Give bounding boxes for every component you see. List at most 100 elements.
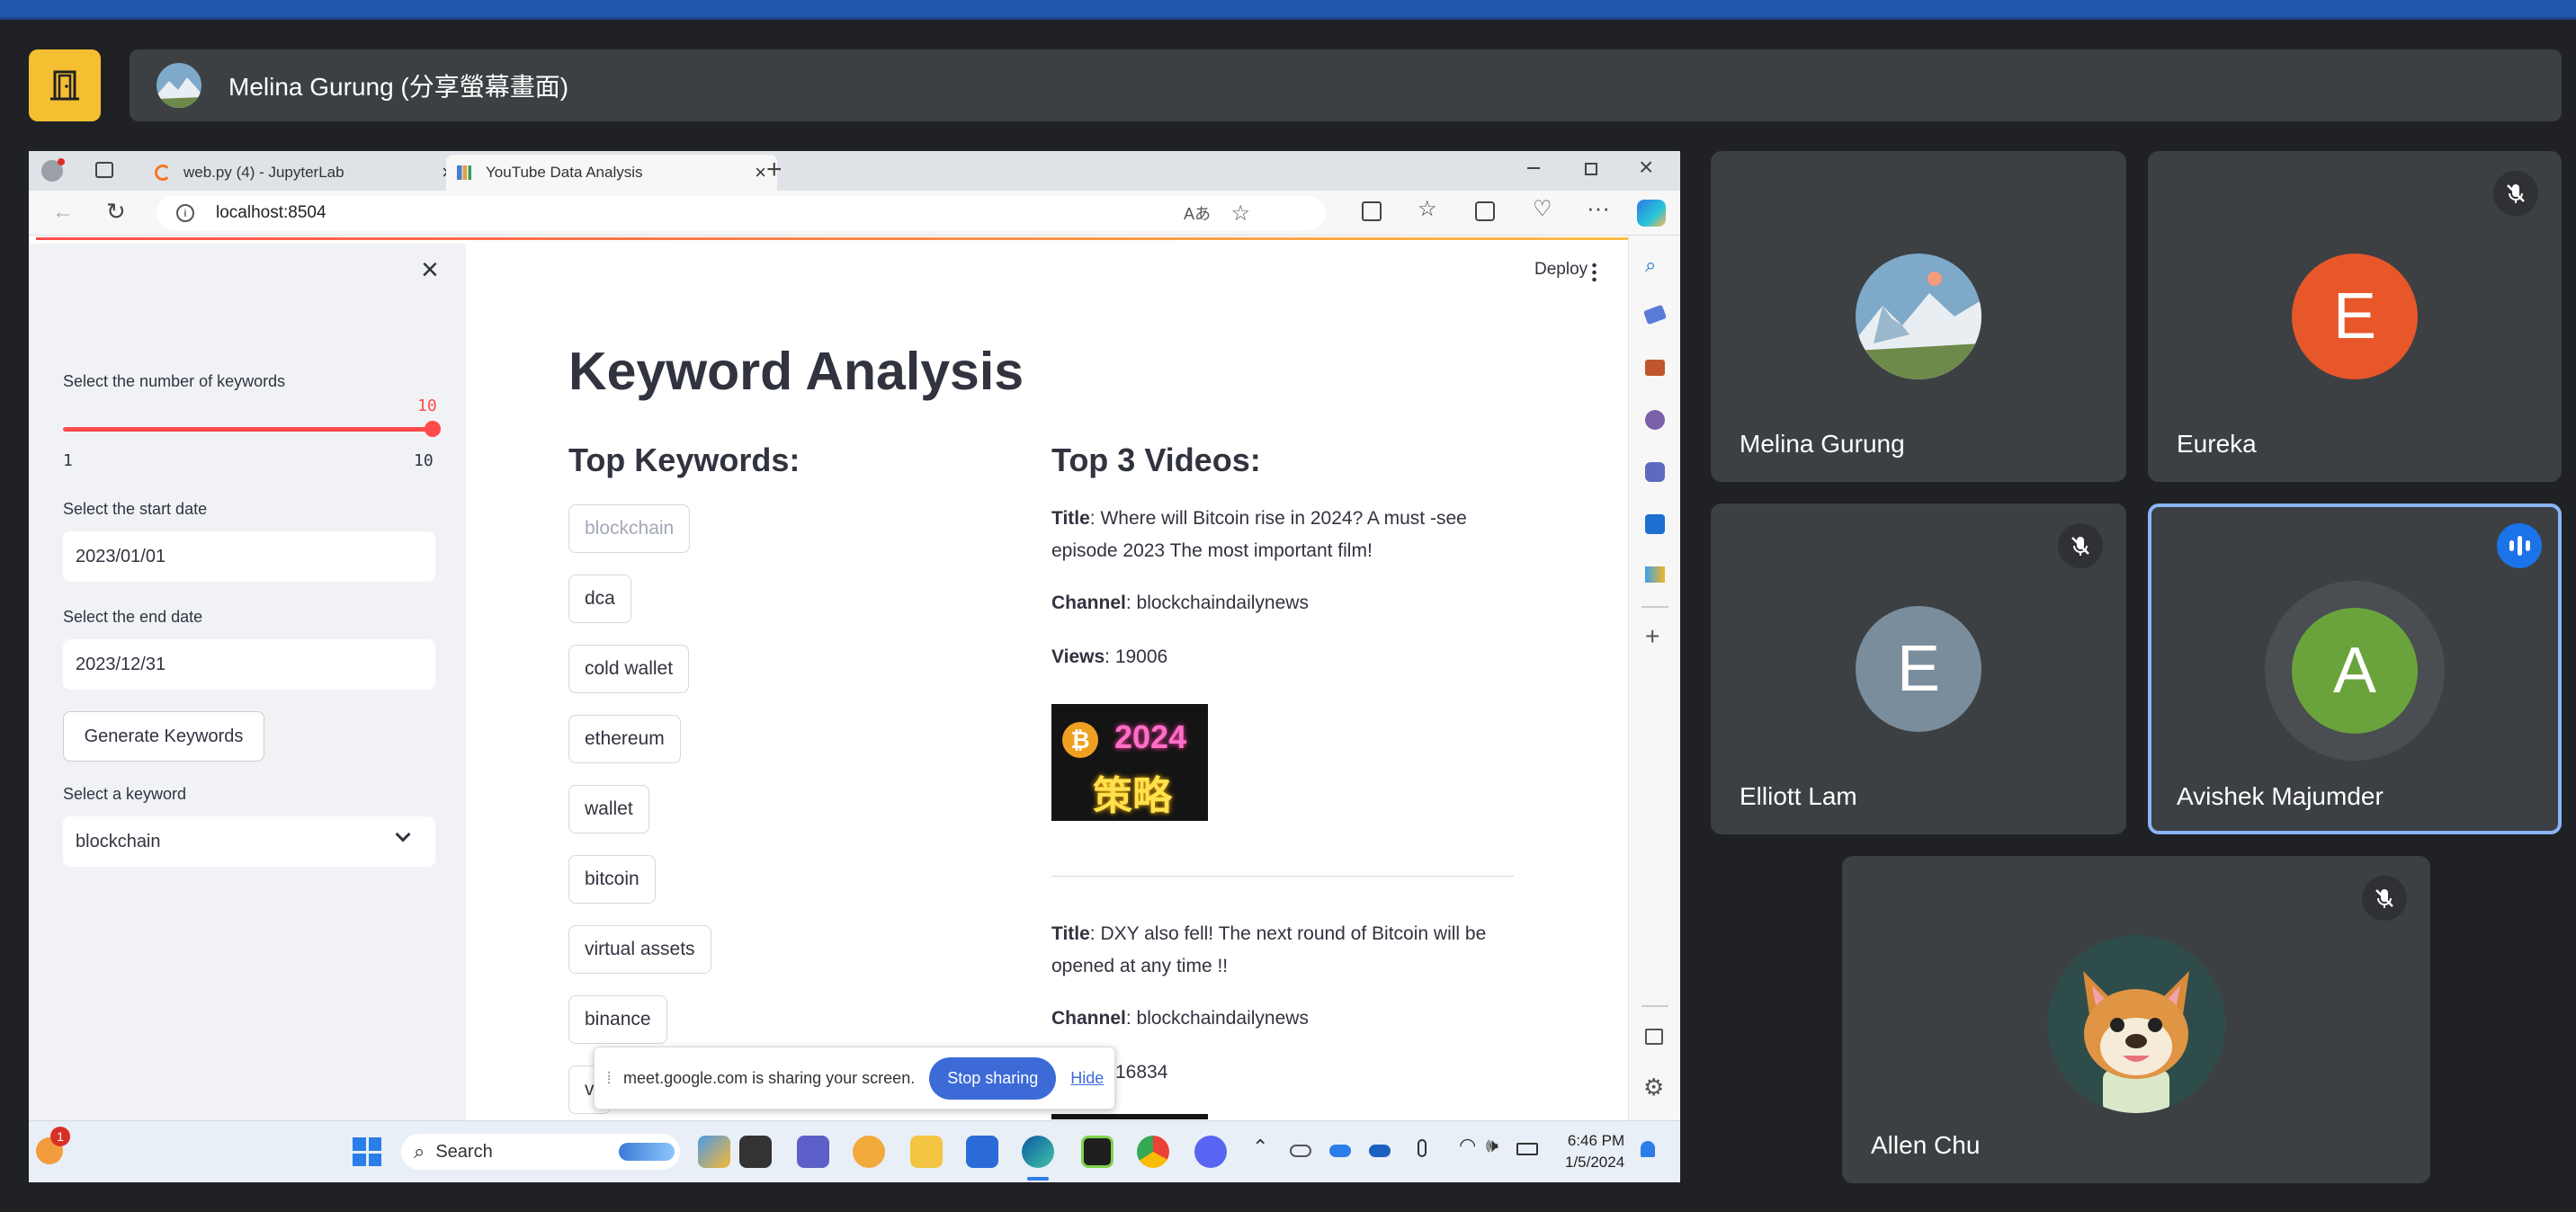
tab-jupyterlab[interactable]: web.py (4) - JupyterLab × bbox=[144, 155, 464, 191]
info-icon[interactable]: i bbox=[176, 204, 194, 222]
more-options-icon[interactable]: ··· bbox=[1587, 194, 1610, 222]
participant-tile-allen[interactable]: Allen Chu bbox=[1842, 856, 2430, 1183]
favorites-icon[interactable]: ☆ bbox=[1418, 196, 1437, 222]
bitcoin-icon: ₿ bbox=[1062, 722, 1098, 758]
slider-min: 1 bbox=[63, 451, 73, 470]
battery-icon[interactable] bbox=[1516, 1143, 1538, 1155]
top-keywords-heading: Top Keywords: bbox=[568, 441, 801, 478]
participant-tile-eureka[interactable]: E Eureka bbox=[2148, 151, 2562, 482]
pycharm-icon[interactable] bbox=[1081, 1136, 1114, 1168]
search-icon[interactable]: ⌕ bbox=[1645, 254, 1656, 277]
keyword-chip[interactable]: blockchain bbox=[568, 504, 691, 553]
video-1-thumbnail[interactable]: ₿ 2024 策略 bbox=[1051, 704, 1208, 821]
microphone-icon[interactable] bbox=[1418, 1139, 1427, 1157]
mic-off-icon bbox=[2493, 171, 2538, 216]
edge-icon[interactable] bbox=[1022, 1136, 1054, 1168]
games-icon[interactable] bbox=[1645, 410, 1665, 430]
collections-icon[interactable] bbox=[1475, 201, 1495, 221]
thumb-year: 2024 bbox=[1114, 718, 1187, 755]
keyword-chip[interactable]: bitcoin bbox=[568, 855, 656, 904]
close-tab-icon[interactable]: × bbox=[755, 161, 766, 184]
participant-tile-melina[interactable]: Melina Gurung bbox=[1711, 151, 2126, 482]
tools-icon[interactable] bbox=[1645, 360, 1665, 376]
keyword-chip[interactable]: wallet bbox=[568, 785, 649, 833]
video-1-channel: Channel: blockchaindailynews bbox=[1051, 593, 1309, 613]
restore-icon[interactable] bbox=[1585, 163, 1597, 175]
add-icon[interactable]: + bbox=[1645, 622, 1659, 651]
chrome-icon[interactable] bbox=[1137, 1136, 1169, 1168]
widgets-icon[interactable] bbox=[698, 1136, 730, 1168]
chart-icon bbox=[457, 165, 471, 180]
close-window-icon[interactable]: × bbox=[1639, 153, 1653, 182]
url-field[interactable]: i localhost:8504 Aあ ☆ bbox=[157, 196, 1326, 230]
generate-keywords-button[interactable]: Generate Keywords bbox=[63, 711, 264, 762]
file-explorer-icon[interactable] bbox=[910, 1136, 943, 1168]
keyword-chip[interactable]: dca bbox=[568, 575, 631, 623]
main-menu-icon[interactable] bbox=[1592, 262, 1597, 281]
volume-icon[interactable]: 🕪 bbox=[1486, 1134, 1498, 1157]
address-bar: ← ↻ i localhost:8504 Aあ ☆ ☆ ♡ ··· bbox=[29, 191, 1680, 236]
num-keywords-label: Select the number of keywords bbox=[63, 372, 286, 390]
keyword-chip[interactable]: virtual assets bbox=[568, 925, 711, 974]
cloud-icon[interactable] bbox=[1369, 1145, 1391, 1157]
teams-icon[interactable] bbox=[797, 1136, 829, 1168]
deploy-button[interactable]: Deploy bbox=[1534, 260, 1588, 280]
thumb-text: 策略 bbox=[1093, 774, 1172, 818]
designer-icon[interactable] bbox=[1645, 566, 1665, 583]
keyword-chip[interactable]: ethereum bbox=[568, 715, 681, 763]
mic-off-icon bbox=[2058, 523, 2103, 568]
wifi-icon[interactable]: ◠ bbox=[1459, 1134, 1476, 1157]
windows-start-icon[interactable] bbox=[353, 1137, 381, 1166]
keyword-chip[interactable]: binance bbox=[568, 995, 667, 1044]
taskbar-search[interactable]: ⌕ Search bbox=[401, 1134, 680, 1170]
notification-bell-icon[interactable] bbox=[1641, 1141, 1655, 1157]
refresh-icon[interactable]: ↻ bbox=[106, 198, 126, 226]
slider-track[interactable] bbox=[63, 427, 435, 432]
keyword-select[interactable]: blockchain bbox=[63, 816, 435, 867]
tab-actions-icon[interactable] bbox=[95, 162, 113, 178]
participant-name: Allen Chu bbox=[1871, 1131, 1981, 1159]
outlook-icon[interactable] bbox=[1645, 514, 1665, 534]
video-2-thumbnail[interactable] bbox=[1051, 1114, 1208, 1119]
participant-name: Elliott Lam bbox=[1740, 782, 1857, 810]
keyword-chip[interactable]: cold wallet bbox=[568, 645, 690, 693]
hide-link[interactable]: Hide bbox=[1070, 1069, 1104, 1088]
stop-sharing-button[interactable]: Stop sharing bbox=[929, 1056, 1057, 1100]
streamlit-sidebar: × Select the number of keywords 10 1 10 … bbox=[29, 244, 466, 1135]
back-icon[interactable]: ← bbox=[52, 200, 74, 225]
close-sidebar-icon[interactable]: × bbox=[421, 253, 439, 288]
read-aloud-icon[interactable]: Aあ bbox=[1184, 201, 1211, 225]
browser-tab-bar: web.py (4) - JupyterLab × YouTube Data A… bbox=[29, 151, 1680, 191]
slider-max: 10 bbox=[414, 451, 434, 470]
drag-handle-icon[interactable]: ⦙ bbox=[607, 1069, 611, 1088]
exit-door-button[interactable] bbox=[29, 49, 101, 121]
discord-icon[interactable] bbox=[1194, 1136, 1227, 1168]
participant-tile-avishek-speaking[interactable]: A Avishek Majumder bbox=[2148, 504, 2562, 834]
favorite-star-icon[interactable]: ☆ bbox=[1230, 201, 1250, 227]
hide-sidebar-icon[interactable] bbox=[1645, 1029, 1663, 1045]
terminal-icon[interactable] bbox=[739, 1136, 772, 1168]
end-date-input[interactable]: 2023/12/31 bbox=[63, 639, 435, 690]
m365-icon[interactable] bbox=[1645, 462, 1665, 482]
onedrive-icon[interactable] bbox=[1290, 1145, 1311, 1157]
onedrive-business-icon[interactable] bbox=[1329, 1145, 1351, 1157]
chevron-up-icon[interactable]: ⌃ bbox=[1252, 1136, 1268, 1159]
url-text: localhost:8504 bbox=[216, 203, 326, 222]
video-2-channel: Channel: blockchaindailynews bbox=[1051, 1008, 1309, 1029]
app-icon[interactable] bbox=[853, 1136, 885, 1168]
participant-avatar bbox=[1856, 254, 1981, 379]
participant-avatar: A bbox=[2292, 608, 2418, 734]
clock[interactable]: 6:46 PM 1/5/2024 bbox=[1565, 1130, 1624, 1173]
new-tab-button[interactable]: + bbox=[766, 155, 783, 185]
store-icon[interactable] bbox=[966, 1136, 998, 1168]
browser-essentials-icon[interactable]: ♡ bbox=[1533, 196, 1552, 222]
participant-tile-elliott[interactable]: E Elliott Lam bbox=[1711, 504, 2126, 834]
minimize-icon[interactable] bbox=[1527, 167, 1540, 169]
split-screen-icon[interactable] bbox=[1362, 201, 1382, 221]
settings-gear-icon[interactable]: ⚙ bbox=[1643, 1074, 1664, 1101]
shopping-tag-icon[interactable] bbox=[1642, 304, 1668, 325]
tab-youtube-analysis[interactable]: YouTube Data Analysis × bbox=[446, 155, 777, 191]
slider-thumb[interactable] bbox=[425, 421, 441, 437]
copilot-icon[interactable] bbox=[1637, 200, 1666, 227]
start-date-input[interactable]: 2023/01/01 bbox=[63, 531, 435, 582]
